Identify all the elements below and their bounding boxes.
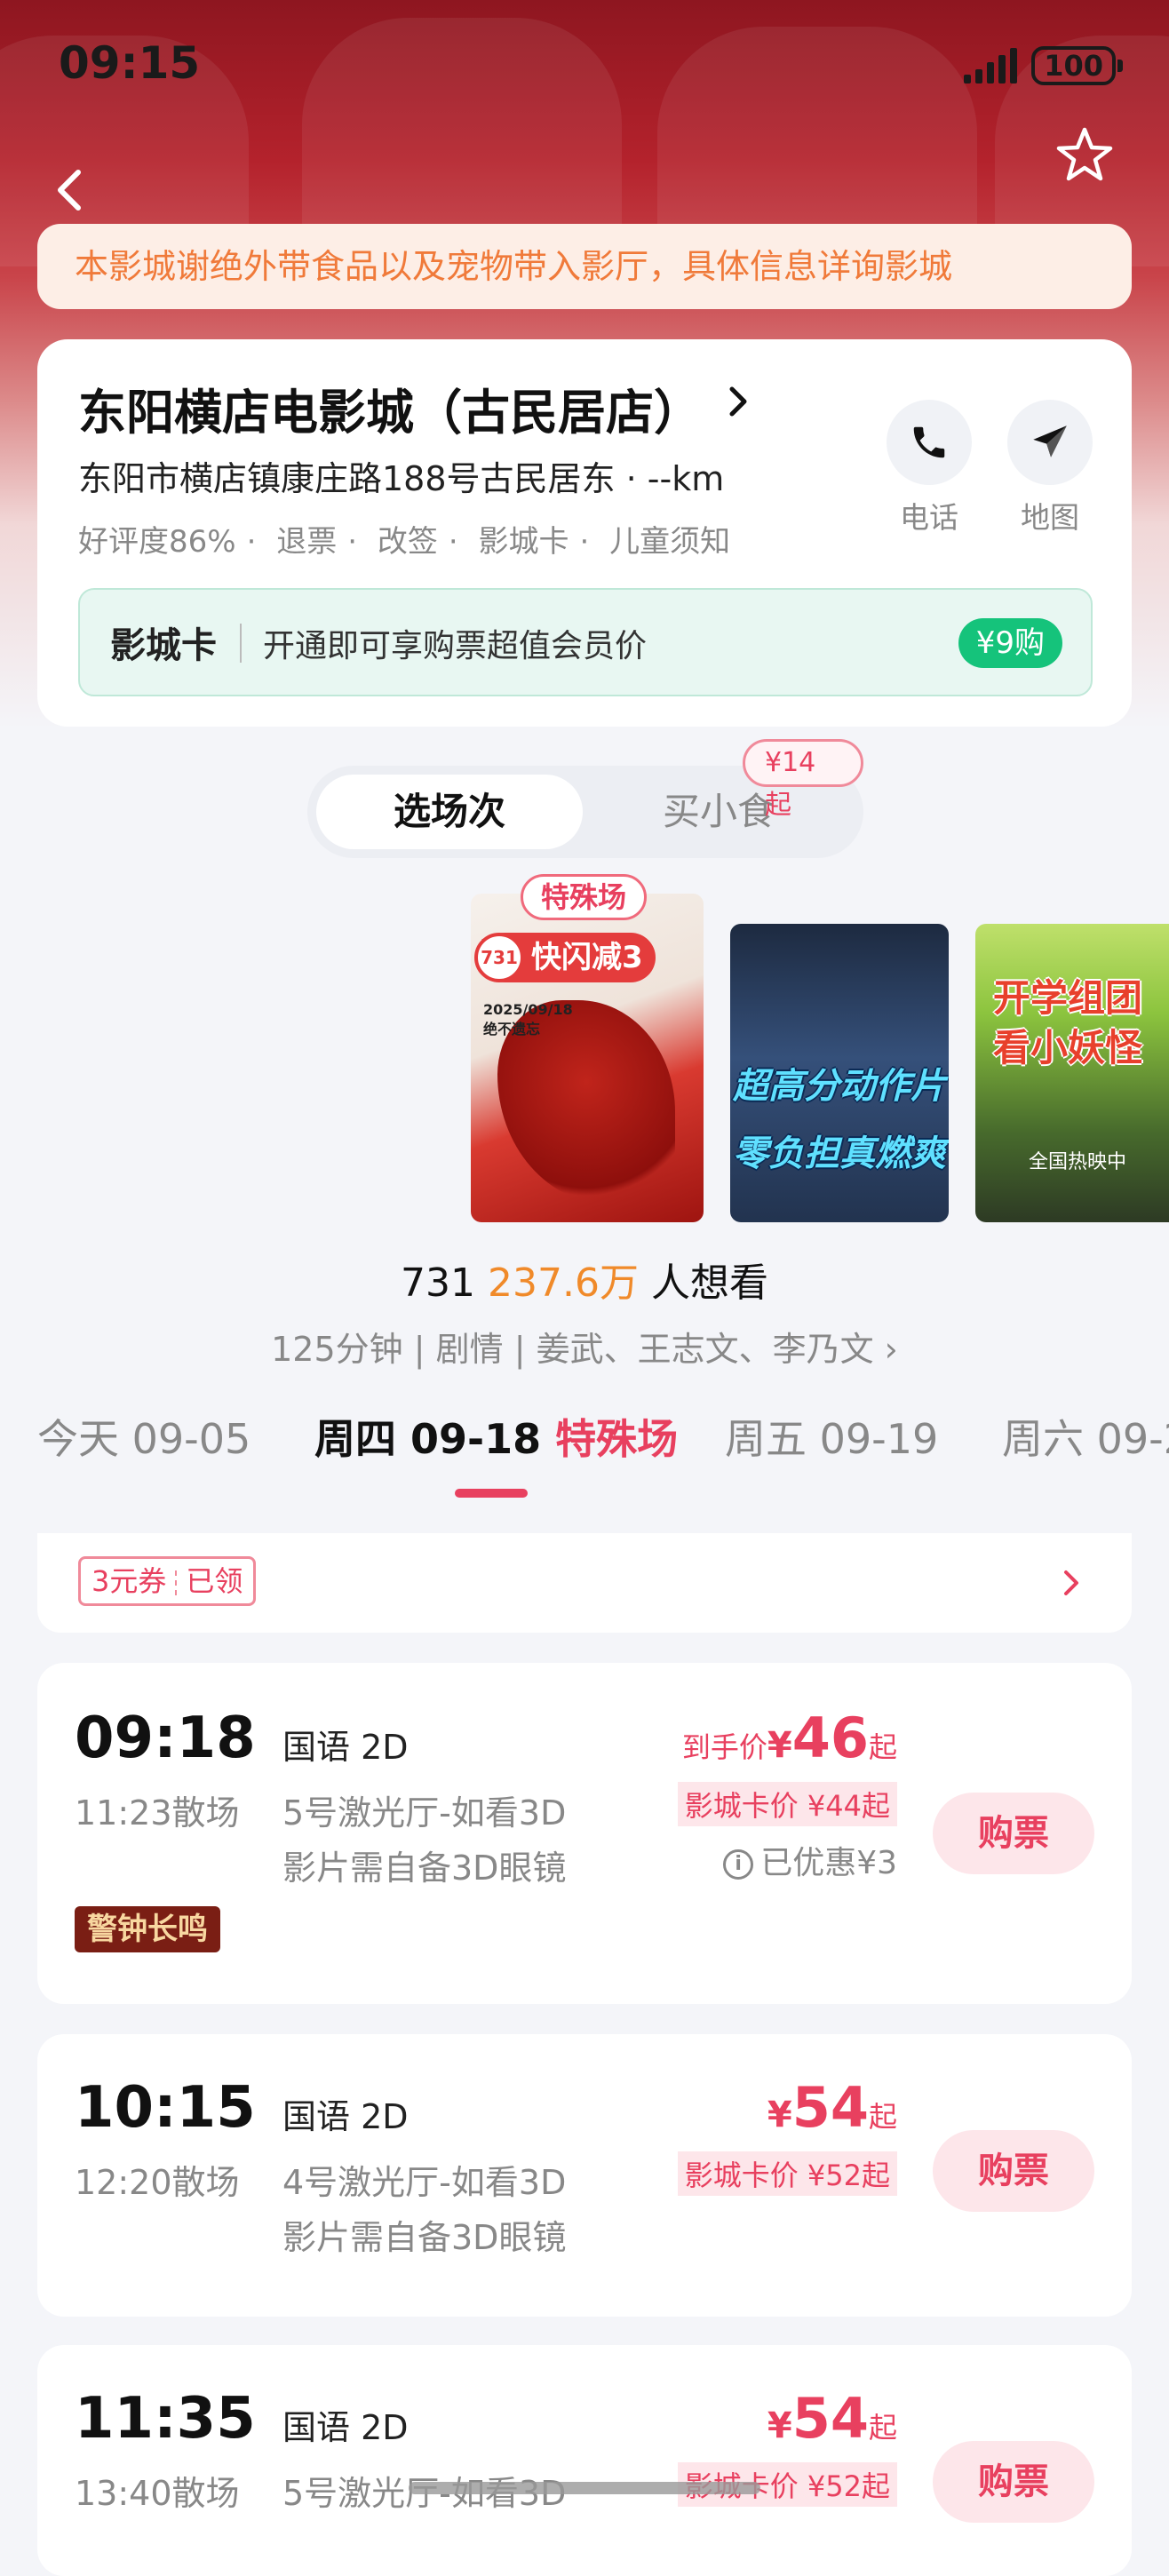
chevron-right-icon[interactable]	[1061, 1567, 1082, 1599]
poster-text: 开学组团	[993, 976, 1143, 1020]
back-icon[interactable]	[50, 167, 89, 213]
tag-cinema-card: 影城卡	[478, 524, 569, 560]
show-hall: 5号激光厅-如看3D	[282, 1793, 567, 1833]
segment-control: 选场次 买小食 ¥14起	[307, 739, 863, 858]
tag-children-notice: 儿童须知	[609, 524, 731, 560]
date-tab-sat[interactable]: 周六 09-20	[1002, 1407, 1169, 1466]
signal-icon	[964, 48, 1018, 83]
showtime-card[interactable]: 10:15 12:20散场 国语 2D 4号激光厅-如看3D 影片需自备3D眼镜…	[37, 2034, 1132, 2317]
coupon-amount: 3元券	[91, 1564, 167, 1598]
want-count: 237.6万	[488, 1260, 639, 1306]
member-card-bar[interactable]: 影城卡 开通即可享购票超值会员价 ¥9购	[78, 588, 1093, 696]
show-hall: 4号激光厅-如看3D	[282, 2163, 567, 2202]
show-end-time: 11:23散场	[75, 1793, 240, 1833]
date-tab-fri[interactable]: 周五 09-19	[725, 1407, 938, 1466]
home-indicator[interactable]	[409, 2482, 760, 2494]
map-button[interactable]: 地图	[1006, 400, 1094, 537]
show-start-time: 09:18	[75, 1705, 256, 1771]
phone-button[interactable]: 电话	[885, 400, 974, 537]
special-screening-label: 特殊场	[555, 1415, 679, 1463]
cinema-tags: 好评度86% · 退票 · 改签 · 影城卡 · 儿童须知	[78, 524, 731, 560]
show-note: 影片需自备3D眼镜	[282, 2218, 567, 2257]
favorite-star-icon[interactable]	[1054, 124, 1116, 187]
member-card-title: 影城卡	[110, 625, 217, 666]
tab-select-showtime[interactable]: 选场次	[316, 775, 583, 849]
show-note: 影片需自备3D眼镜	[282, 1849, 567, 1888]
cinema-address: 东阳市横店镇康庄路188号古民居东 · --km	[78, 459, 725, 498]
show-language: 国语 2D	[282, 2097, 409, 2136]
buy-ticket-button[interactable]: 购票	[933, 1793, 1094, 1874]
status-time: 09:15	[59, 37, 201, 89]
movie-title: 731	[401, 1260, 475, 1306]
snack-price-badge: ¥14起	[743, 739, 863, 821]
navigation-arrow-icon	[1007, 400, 1093, 485]
poster-date-text: 2025/09/18 绝不遗忘	[483, 1001, 573, 1038]
cinema-card: 东阳横店电影城（古民居店） 东阳市横店镇康庄路188号古民居东 · --km 好…	[37, 339, 1132, 727]
want-suffix: 人想看	[650, 1260, 768, 1306]
member-card-price: 影城卡价 ¥52起	[677, 2151, 897, 2196]
poster-text: 零负担真燃爽	[733, 1133, 946, 1174]
phone-icon	[887, 400, 972, 485]
show-end-time: 13:40散场	[75, 2474, 240, 2513]
battery-icon: 100	[1031, 46, 1123, 85]
promo-logo: 731	[474, 933, 524, 982]
divider	[240, 624, 242, 663]
date-tab-thu[interactable]: 周四 09-18 特殊场	[314, 1407, 678, 1466]
info-icon: i	[723, 1849, 754, 1880]
promo-badge: 警钟长鸣	[75, 1906, 220, 1952]
date-tab-today[interactable]: 今天 09-05	[37, 1407, 250, 1466]
poster-text: 看小妖怪	[993, 1026, 1143, 1069]
showtime-card[interactable]: 09:18 11:23散场 国语 2D 5号激光厅-如看3D 影片需自备3D眼镜…	[37, 1663, 1132, 2004]
coupon-status: 已领	[186, 1564, 243, 1598]
show-end-time: 12:20散场	[75, 2163, 240, 2202]
show-price: ¥54起	[767, 2386, 897, 2451]
member-card-desc: 开通即可享购票超值会员价	[263, 628, 648, 664]
map-label: 地图	[1021, 500, 1079, 535]
tag-reschedule: 改签	[377, 524, 438, 560]
movie-title-line: 731 237.6万 人想看	[0, 1251, 1169, 1308]
show-language: 国语 2D	[282, 2408, 409, 2447]
tag-rating: 好评度86%	[78, 524, 236, 560]
discount-info: i 已优惠¥3	[723, 1837, 897, 1883]
movie-meta[interactable]: 125分钟 | 剧情 | 姜武、王志文、李乃文 ›	[0, 1322, 1169, 1371]
poster-text: 超高分动作片	[733, 1066, 946, 1107]
poster-movie-2[interactable]: 超高分动作片 零负担真燃爽	[730, 924, 949, 1222]
buy-ticket-button[interactable]: 购票	[933, 2441, 1094, 2523]
tag-refund: 退票	[276, 524, 338, 560]
buy-ticket-button[interactable]: 购票	[933, 2130, 1094, 2212]
status-icons: 100	[964, 46, 1123, 85]
notice-banner: 本影城谢绝外带食品以及宠物带入影厅，具体信息详询影城	[37, 224, 1132, 309]
poster-movie-3[interactable]: 开学组团 看小妖怪 全国热映中	[975, 924, 1169, 1222]
chevron-right-icon[interactable]	[725, 384, 752, 419]
show-start-time: 11:35	[75, 2386, 256, 2452]
show-start-time: 10:15	[75, 2075, 256, 2141]
poster-text: 全国热映中	[1029, 1151, 1127, 1173]
coupon-tag: 3元券 已领	[78, 1556, 257, 1606]
show-price: ¥54起	[767, 2075, 897, 2140]
showtime-card[interactable]: 11:35 13:40散场 国语 2D 5号激光厅-如看3D ¥54起 影城卡价…	[37, 2345, 1132, 2576]
active-tab-indicator	[455, 1489, 528, 1498]
member-card-buy-button[interactable]: ¥9购	[958, 618, 1062, 668]
show-price: 到手价¥46起	[681, 1705, 897, 1770]
special-screening-tag: 特殊场	[521, 874, 648, 920]
phone-label: 电话	[900, 500, 958, 535]
date-tab-label: 周四 09-18	[314, 1415, 542, 1463]
show-language: 国语 2D	[282, 1728, 409, 1767]
coupon-row[interactable]: 3元券 已领	[37, 1533, 1132, 1633]
cinema-name[interactable]: 东阳横店电影城（古民居店）	[78, 373, 702, 443]
member-card-price: 影城卡价 ¥44起	[677, 1782, 897, 1826]
